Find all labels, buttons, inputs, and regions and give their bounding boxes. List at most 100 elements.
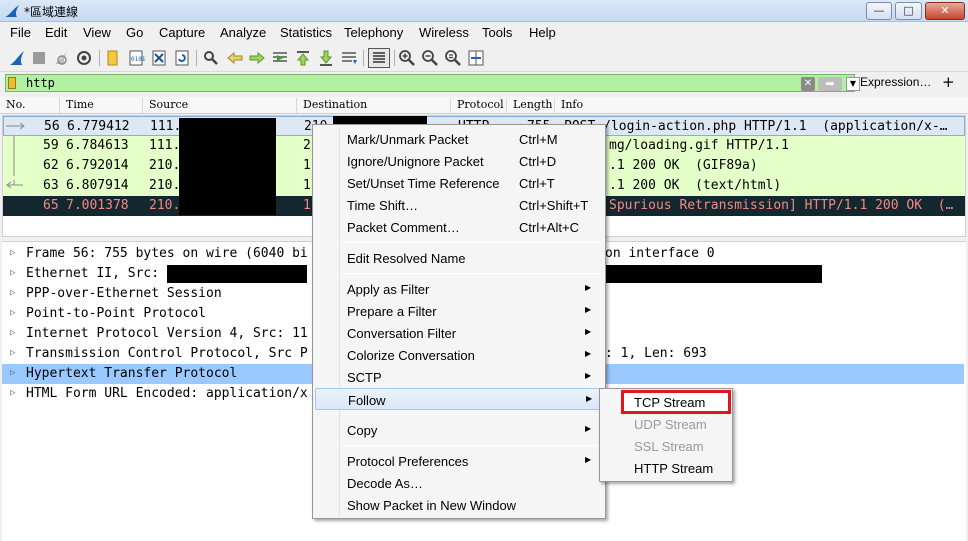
- menu-item-ignore-packet[interactable]: Ignore/Unignore Packet Ctrl+D: [315, 150, 603, 172]
- display-filter-input[interactable]: http ✕ ➡ ▼: [5, 74, 860, 92]
- menu-item-mark-packet[interactable]: Mark/Unmark Packet Ctrl+M: [315, 128, 603, 150]
- column-header-time[interactable]: Time: [60, 98, 143, 113]
- menu-item-label: SCTP: [347, 370, 382, 385]
- clear-filter-icon[interactable]: ✕: [801, 77, 815, 91]
- menu-item-conversation-filter[interactable]: Conversation Filter ▶: [315, 322, 603, 344]
- menu-item-tcp-stream[interactable]: TCP Stream: [621, 390, 731, 414]
- expand-arrow-icon[interactable]: ▷: [10, 388, 15, 398]
- menu-item-colorize-conversation[interactable]: Colorize Conversation ▶: [315, 344, 603, 366]
- close-file-icon[interactable]: [150, 49, 168, 67]
- find-packet-icon[interactable]: [202, 49, 220, 67]
- menu-tools[interactable]: Tools: [482, 25, 512, 40]
- packet-source: 111.: [149, 138, 181, 153]
- autoscroll-icon[interactable]: [340, 49, 358, 67]
- menu-telephony[interactable]: Telephony: [344, 25, 403, 40]
- detail-text: Hypertext Transfer Protocol: [26, 366, 238, 381]
- expand-arrow-icon[interactable]: ▷: [10, 328, 15, 338]
- toolbar-separator: [196, 50, 197, 66]
- menu-view[interactable]: View: [83, 25, 111, 40]
- menu-item-label: Colorize Conversation: [347, 348, 475, 363]
- menu-item-shortcut: Ctrl+Shift+T: [519, 198, 589, 213]
- go-to-packet-icon[interactable]: [271, 49, 289, 67]
- menu-go[interactable]: Go: [126, 25, 143, 40]
- svg-text:0101: 0101: [131, 56, 145, 63]
- submenu-arrow-icon: ▶: [585, 455, 592, 464]
- start-capture-icon[interactable]: [8, 49, 26, 67]
- menu-item-shortcut: Ctrl+Alt+C: [519, 220, 579, 235]
- column-header-protocol[interactable]: Protocol: [451, 98, 507, 113]
- packet-time: 6.779412: [67, 119, 130, 134]
- restart-capture-icon[interactable]: [52, 49, 70, 67]
- submenu-arrow-icon: ▶: [585, 424, 592, 433]
- go-back-icon[interactable]: [226, 49, 244, 67]
- menu-item-sctp[interactable]: SCTP ▶: [315, 366, 603, 388]
- close-button[interactable]: ✕: [925, 2, 965, 20]
- expand-arrow-icon[interactable]: ▷: [10, 308, 15, 318]
- minimize-button[interactable]: —: [866, 2, 892, 20]
- apply-filter-icon[interactable]: ➡: [818, 77, 842, 91]
- menu-analyze[interactable]: Analyze: [220, 25, 266, 40]
- save-file-icon[interactable]: 0101: [127, 49, 145, 67]
- reload-file-icon[interactable]: [173, 49, 191, 67]
- packet-destination: 2: [303, 138, 311, 153]
- detail-text: PPP-over-Ethernet Session: [26, 286, 222, 301]
- column-header-destination[interactable]: Destination: [297, 98, 451, 113]
- go-last-packet-icon[interactable]: [317, 49, 335, 67]
- colorize-packet-list-icon[interactable]: [368, 48, 390, 68]
- zoom-out-icon[interactable]: [421, 49, 439, 67]
- menu-statistics[interactable]: Statistics: [280, 25, 332, 40]
- stop-capture-icon[interactable]: [30, 49, 48, 67]
- zoom-in-icon[interactable]: [398, 49, 416, 67]
- menu-wireless[interactable]: Wireless: [419, 25, 469, 40]
- go-forward-icon[interactable]: [248, 49, 266, 67]
- menu-file[interactable]: File: [10, 25, 31, 40]
- menu-edit[interactable]: Edit: [45, 25, 67, 40]
- resize-columns-icon[interactable]: [467, 49, 485, 67]
- filter-history-dropdown-icon[interactable]: ▼: [846, 77, 860, 91]
- packet-info: POST /login-action.php HTTP/1.1 (applica…: [564, 119, 948, 134]
- detail-text: Point-to-Point Protocol: [26, 306, 207, 321]
- menu-item-decode-as[interactable]: Decode As…: [315, 472, 603, 494]
- menu-help[interactable]: Help: [529, 25, 556, 40]
- packet-time: 6.792014: [66, 158, 129, 173]
- expand-arrow-icon[interactable]: ▷: [10, 348, 15, 358]
- submenu-arrow-icon: ▶: [585, 327, 592, 336]
- go-first-packet-icon[interactable]: [294, 49, 312, 67]
- menu-item-protocol-preferences[interactable]: Protocol Preferences ▶: [315, 450, 603, 472]
- menu-item-copy[interactable]: Copy ▶: [315, 419, 603, 441]
- menu-item-show-packet-new-window[interactable]: Show Packet in New Window: [315, 494, 603, 516]
- menu-item-packet-comment[interactable]: Packet Comment… Ctrl+Alt+C: [315, 216, 603, 238]
- expand-arrow-icon[interactable]: ▷: [10, 248, 15, 258]
- menu-item-apply-as-filter[interactable]: Apply as Filter ▶: [315, 278, 603, 300]
- filter-bookmark-icon[interactable]: [8, 77, 16, 89]
- capture-options-icon[interactable]: [75, 49, 93, 67]
- packet-destination: 1: [303, 198, 311, 213]
- normal-size-icon[interactable]: [444, 49, 462, 67]
- add-filter-button-icon[interactable]: +: [942, 73, 955, 91]
- maximize-button[interactable]: □: [895, 2, 922, 20]
- expression-button[interactable]: Expression…: [860, 75, 931, 89]
- column-header-length[interactable]: Length: [507, 98, 555, 113]
- menu-item-label: Copy: [347, 423, 378, 438]
- related-packet-line-icon: [13, 136, 15, 156]
- column-header-info[interactable]: Info: [555, 98, 964, 113]
- menu-capture[interactable]: Capture: [159, 25, 205, 40]
- expand-arrow-icon[interactable]: ▷: [10, 368, 15, 378]
- menu-item-prepare-a-filter[interactable]: Prepare a Filter ▶: [315, 300, 603, 322]
- title-bar: *區域連線 — □ ✕: [0, 0, 968, 22]
- menu-item-http-stream[interactable]: HTTP Stream: [602, 458, 730, 478]
- open-file-icon[interactable]: [104, 49, 122, 67]
- expand-arrow-icon[interactable]: ▷: [10, 268, 15, 278]
- menu-item-ssl-stream: SSL Stream: [602, 436, 730, 456]
- menu-item-time-reference[interactable]: Set/Unset Time Reference Ctrl+T: [315, 172, 603, 194]
- submenu-arrow-icon: ▶: [585, 371, 592, 380]
- expand-arrow-icon[interactable]: ▷: [10, 288, 15, 298]
- packet-time: 6.784613: [66, 138, 129, 153]
- column-header-source[interactable]: Source: [143, 98, 297, 113]
- column-header-no[interactable]: No.: [0, 98, 60, 113]
- menu-item-time-shift[interactable]: Time Shift… Ctrl+Shift+T: [315, 194, 603, 216]
- menu-separator: [343, 445, 601, 446]
- menu-item-follow[interactable]: Follow ▶: [315, 388, 603, 410]
- menu-item-label: SSL Stream: [634, 439, 704, 454]
- menu-item-edit-resolved-name[interactable]: Edit Resolved Name: [315, 247, 603, 269]
